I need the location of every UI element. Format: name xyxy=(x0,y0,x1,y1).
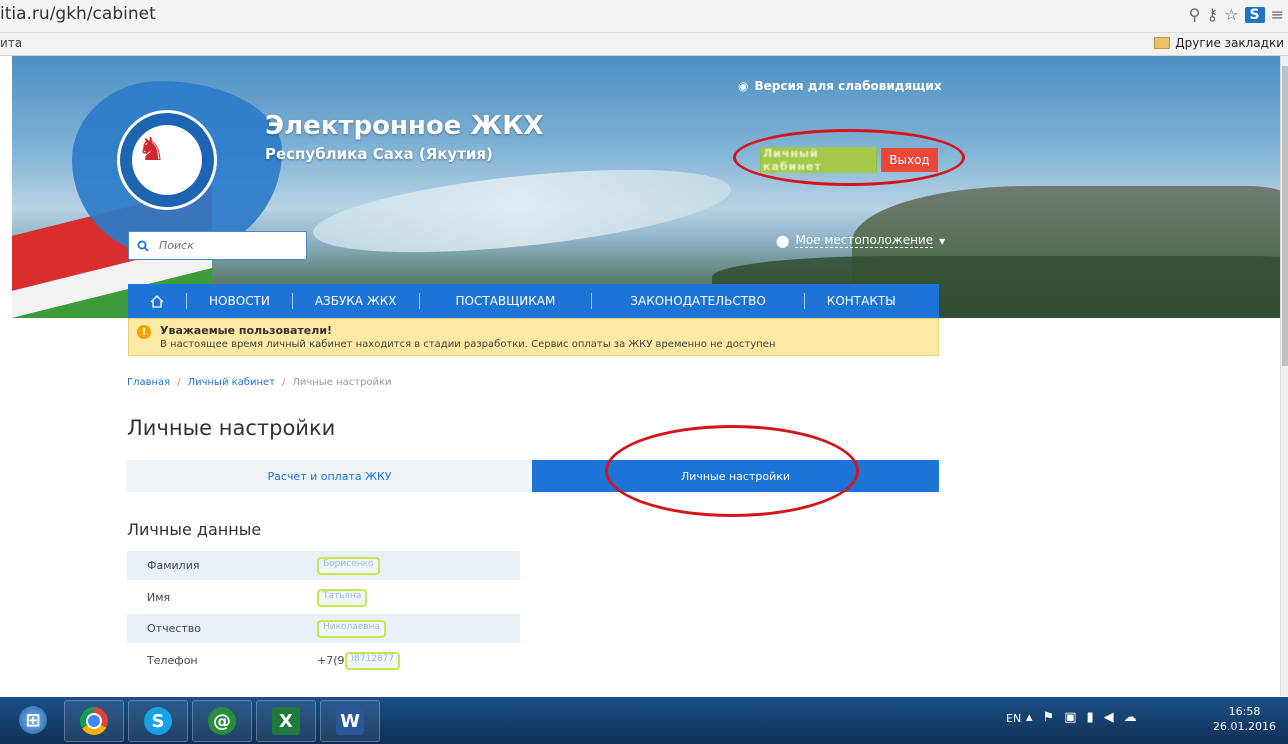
data-row-name: Имя Татьяна xyxy=(127,583,520,612)
redacted-value: Татьяна xyxy=(317,588,368,607)
notice-text: В настоящее время личный кабинет находит… xyxy=(160,339,776,350)
site-title[interactable]: Электронное ЖКХ xyxy=(265,111,544,141)
location-label: Мое местоположение xyxy=(795,233,934,248)
main-nav: НОВОСТИ АЗБУКА ЖКХ ПОСТАВЩИКАМ ЗАКОНОДАТ… xyxy=(128,284,939,318)
page-title: Личные настройки xyxy=(127,416,336,440)
field-label: Имя xyxy=(147,591,171,604)
site-subtitle: Республика Саха (Якутия) xyxy=(265,145,493,163)
clock-time: 16:58 xyxy=(1228,705,1261,718)
nav-item-suppliers[interactable]: ПОСТАВЩИКАМ xyxy=(418,293,592,309)
nav-home[interactable] xyxy=(128,293,186,309)
star-icon[interactable]: ☆ xyxy=(1224,5,1238,24)
other-bookmarks[interactable]: Другие закладки xyxy=(1154,36,1284,50)
connection-icon[interactable]: ☁ xyxy=(1124,710,1137,725)
notice-title: Уважаемые пользователи! xyxy=(160,324,333,337)
taskbar-excel[interactable]: X xyxy=(256,700,316,742)
other-bookmarks-label: Другие закладки xyxy=(1175,36,1284,50)
visually-impaired-label: Версия для слабовидящих xyxy=(754,79,942,93)
nav-item-abc[interactable]: АЗБУКА ЖКХ xyxy=(291,293,419,309)
key-icon[interactable]: ⚷ xyxy=(1206,5,1218,24)
network-adapter-icon[interactable]: ▣ xyxy=(1064,710,1076,725)
home-icon xyxy=(150,294,164,308)
phone-prefix: +7(9 xyxy=(317,654,345,667)
skype-extension-icon[interactable]: S xyxy=(1244,6,1265,23)
zoom-icon[interactable]: ⚲ xyxy=(1189,5,1201,24)
clock[interactable]: 16:58 26.01.2016 xyxy=(1213,704,1276,734)
taskbar-word[interactable]: W xyxy=(320,700,380,742)
data-row-phone: Телефон +7(9 )8712877 xyxy=(127,646,520,675)
language-indicator[interactable]: EN xyxy=(1006,712,1021,725)
nav-item-contacts[interactable]: КОНТАКТЫ xyxy=(803,293,918,309)
browser-toolbar-icons: ⚲ ⚷ ☆ S ≡ xyxy=(1189,5,1284,24)
search-icon xyxy=(137,240,149,252)
page-scrollbar[interactable] xyxy=(1280,56,1288,696)
show-hidden-icons-icon[interactable]: ▴ xyxy=(1026,710,1033,725)
scrollbar-thumb[interactable] xyxy=(1282,66,1288,366)
data-row-patronymic: Отчество Николаевна xyxy=(127,614,520,643)
windows-start-icon: ⊞ xyxy=(19,706,47,734)
breadcrumb: Главная / Личный кабинет / Личные настройки xyxy=(127,377,392,388)
system-tray: ▴ ⚑ ▣ ▮ ◀ ☁ xyxy=(1026,710,1137,725)
search-input[interactable] xyxy=(157,238,291,253)
field-value: Борисенко xyxy=(317,556,380,575)
location-link[interactable]: ⬤ Мое местоположение ▾ xyxy=(776,233,945,248)
visually-impaired-link[interactable]: ◉ Версия для слабовидящих xyxy=(738,79,942,93)
chevron-down-icon: ▾ xyxy=(939,233,946,248)
breadcrumb-home[interactable]: Главная xyxy=(127,377,170,388)
breadcrumb-separator: / xyxy=(177,377,181,388)
breadcrumb-separator: / xyxy=(281,377,286,388)
taskbar-chrome[interactable] xyxy=(64,700,124,742)
folder-icon xyxy=(1154,37,1171,49)
nav-item-legislation[interactable]: ЗАКОНОДАТЕЛЬСТВО xyxy=(591,293,803,309)
warning-notice: ! Уважаемые пользователи! В настоящее вр… xyxy=(128,318,939,356)
menu-icon[interactable]: ≡ xyxy=(1271,5,1284,24)
personal-data-title: Личные данные xyxy=(127,520,262,539)
taskbar-mail[interactable]: @ xyxy=(192,700,252,742)
redacted-value: )8712877 xyxy=(344,651,401,670)
annotation-oval xyxy=(733,129,965,186)
data-row-surname: Фамилия Борисенко xyxy=(127,551,520,580)
location-pin-icon: ⬤ xyxy=(776,233,790,248)
field-value: +7(9 )8712877 xyxy=(317,651,401,670)
coat-of-arms-logo[interactable]: ♞ xyxy=(117,110,217,210)
river-image xyxy=(309,154,735,268)
clock-date: 26.01.2016 xyxy=(1213,720,1276,733)
skype-icon: S xyxy=(144,707,172,735)
redacted-value: Борисенко xyxy=(317,556,380,575)
breadcrumb-current: Личные настройки xyxy=(292,377,392,388)
field-value: Николаевна xyxy=(317,619,387,638)
field-label: Фамилия xyxy=(147,559,200,572)
signal-icon[interactable]: ▮ xyxy=(1086,710,1093,725)
windows-taskbar: ⊞ S @ X W EN ▴ ⚑ ▣ ▮ ◀ ☁ 16:58 26.01.201… xyxy=(0,697,1288,744)
nav-item-news[interactable]: НОВОСТИ xyxy=(186,293,292,309)
redacted-value: Николаевна xyxy=(317,619,387,638)
start-button[interactable]: ⊞ xyxy=(4,700,62,740)
taskbar-skype[interactable]: S xyxy=(128,700,188,742)
bookmarks-bar: ита Другие закладки xyxy=(0,33,1288,56)
browser-url-bar[interactable]: itia.ru/gkh/cabinet ⚲ ⚷ ☆ S ≡ xyxy=(0,0,1288,33)
search-box[interactable] xyxy=(128,231,307,260)
url-text[interactable]: itia.ru/gkh/cabinet xyxy=(0,4,156,24)
action-center-icon[interactable]: ⚑ xyxy=(1043,710,1055,725)
eye-icon: ◉ xyxy=(738,79,749,93)
bookmark-item[interactable]: ита xyxy=(0,36,22,50)
excel-icon: X xyxy=(272,707,300,735)
rider-icon: ♞ xyxy=(137,130,166,168)
mail-agent-icon: @ xyxy=(208,707,236,735)
warning-icon: ! xyxy=(137,325,151,339)
breadcrumb-cabinet[interactable]: Личный кабинет xyxy=(188,377,275,388)
field-label: Отчество xyxy=(147,622,202,635)
word-icon: W xyxy=(336,707,364,735)
field-label: Телефон xyxy=(147,654,198,667)
volume-icon[interactable]: ◀ xyxy=(1104,710,1114,725)
tab-payment[interactable]: Расчет и оплата ЖКУ xyxy=(127,460,532,492)
annotation-oval xyxy=(605,425,859,517)
field-value: Татьяна xyxy=(317,588,368,607)
chrome-icon xyxy=(80,707,108,735)
